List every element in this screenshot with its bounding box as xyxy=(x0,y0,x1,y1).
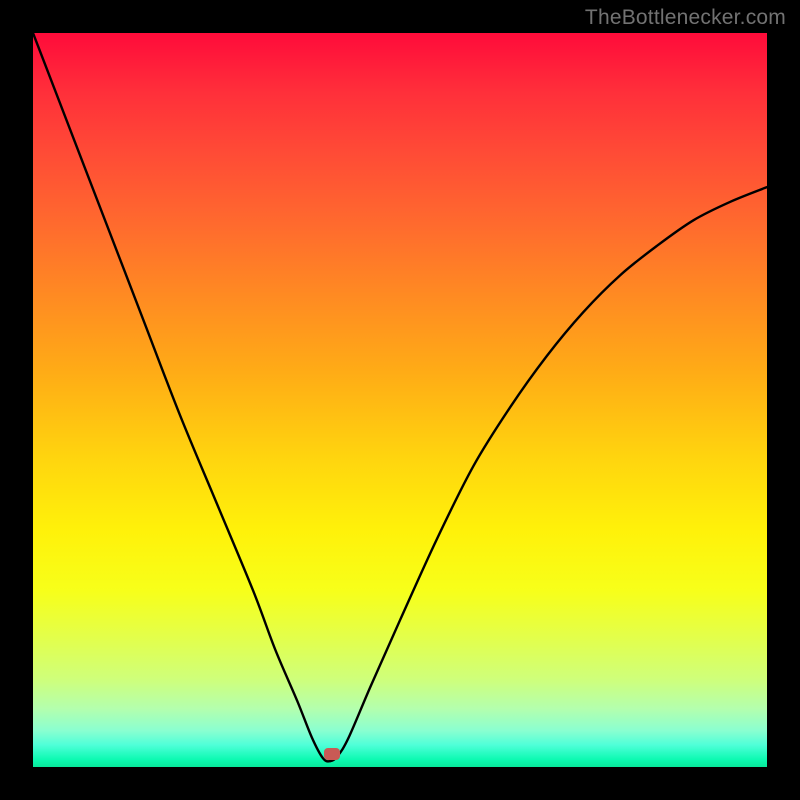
bottleneck-curve xyxy=(33,33,767,767)
chart-frame: TheBottlenecker.com xyxy=(0,0,800,800)
optimal-point-marker xyxy=(324,748,340,760)
plot-area xyxy=(33,33,767,767)
watermark-text: TheBottlenecker.com xyxy=(585,6,786,30)
